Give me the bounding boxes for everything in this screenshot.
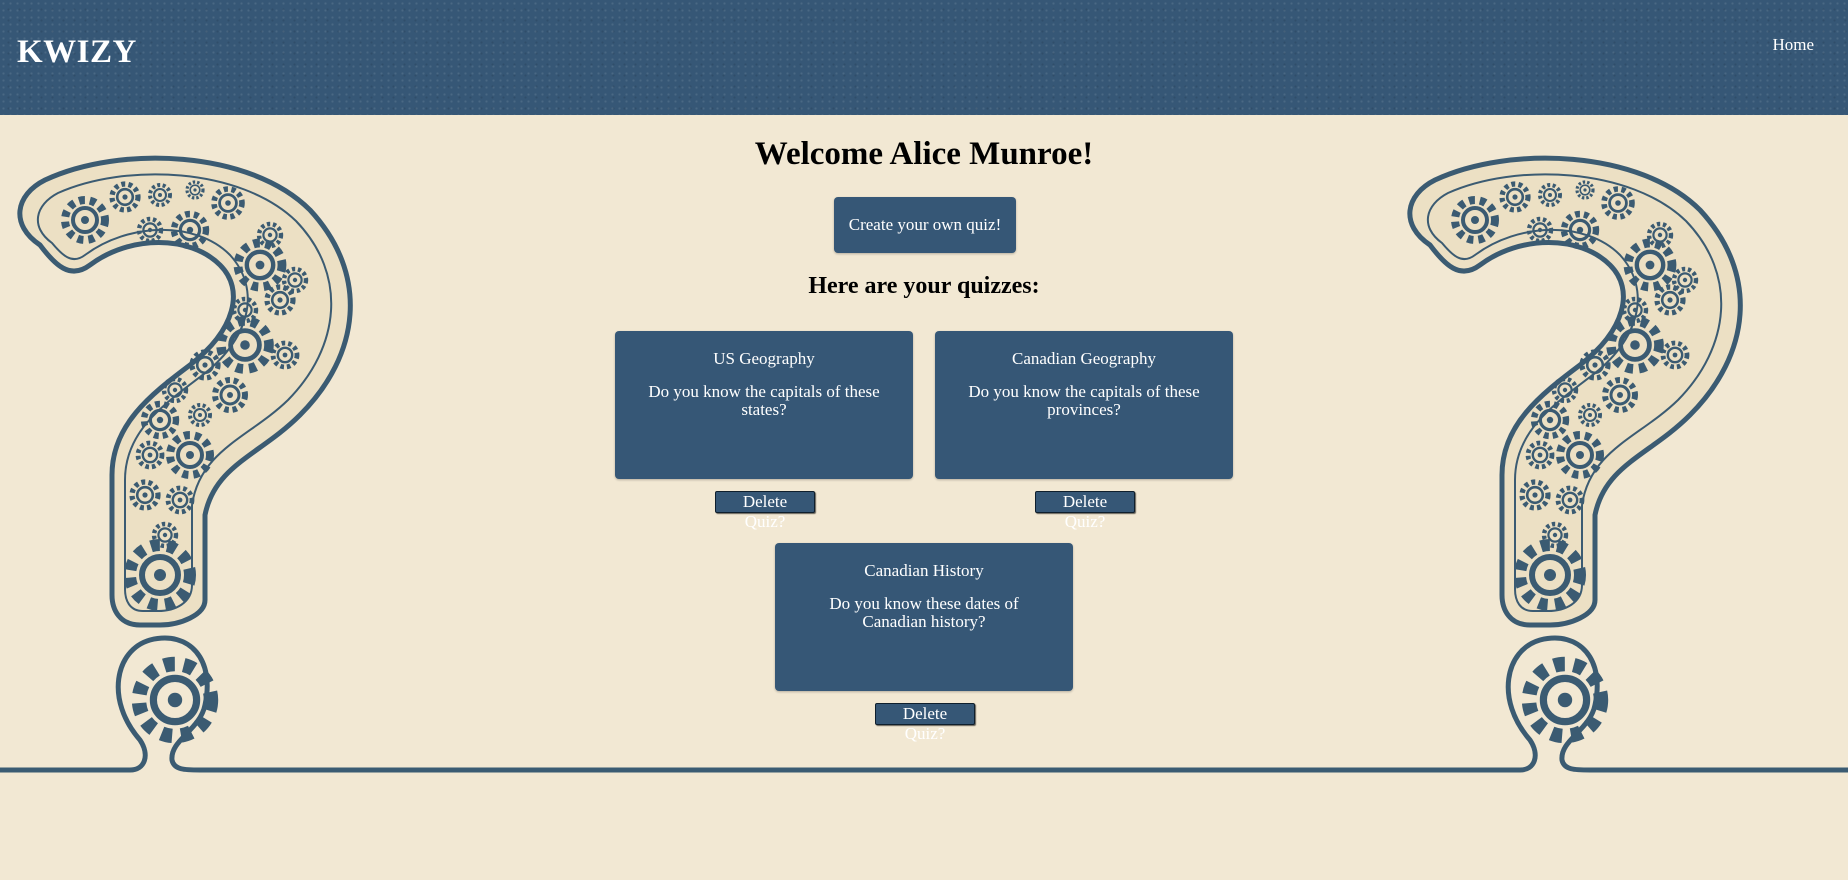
quiz-card[interactable]: US Geography Do you know the capitals of… bbox=[615, 331, 913, 479]
quiz-card[interactable]: Canadian History Do you know these dates… bbox=[775, 543, 1073, 691]
nav-home-link[interactable]: Home bbox=[1772, 35, 1814, 55]
quiz-description: Do you know these dates of Canadian hist… bbox=[829, 594, 1019, 631]
quiz-title: US Geography bbox=[713, 349, 815, 368]
quiz-description: Do you know the capitals of these provin… bbox=[968, 382, 1200, 419]
site-logo[interactable]: KWIZY bbox=[17, 34, 137, 71]
delete-quiz-button[interactable]: Delete Quiz? bbox=[715, 491, 815, 531]
create-quiz-button[interactable]: Create your own quiz! bbox=[834, 197, 1016, 253]
main-content: Welcome Alice Munroe! Create your own qu… bbox=[0, 115, 1848, 880]
welcome-heading: Welcome Alice Munroe! bbox=[754, 136, 1094, 172]
delete-quiz-button[interactable]: Delete Quiz? bbox=[1035, 491, 1135, 531]
site-header: KWIZY Home bbox=[0, 0, 1848, 115]
quiz-title: Canadian History bbox=[864, 561, 984, 580]
quiz-title: Canadian Geography bbox=[1012, 349, 1156, 368]
delete-quiz-button[interactable]: Delete Quiz? bbox=[875, 703, 975, 743]
quiz-description: Do you know the capitals of these states… bbox=[648, 382, 880, 419]
quizzes-heading: Here are your quizzes: bbox=[808, 273, 1040, 299]
quiz-card[interactable]: Canadian Geography Do you know the capit… bbox=[935, 331, 1233, 479]
